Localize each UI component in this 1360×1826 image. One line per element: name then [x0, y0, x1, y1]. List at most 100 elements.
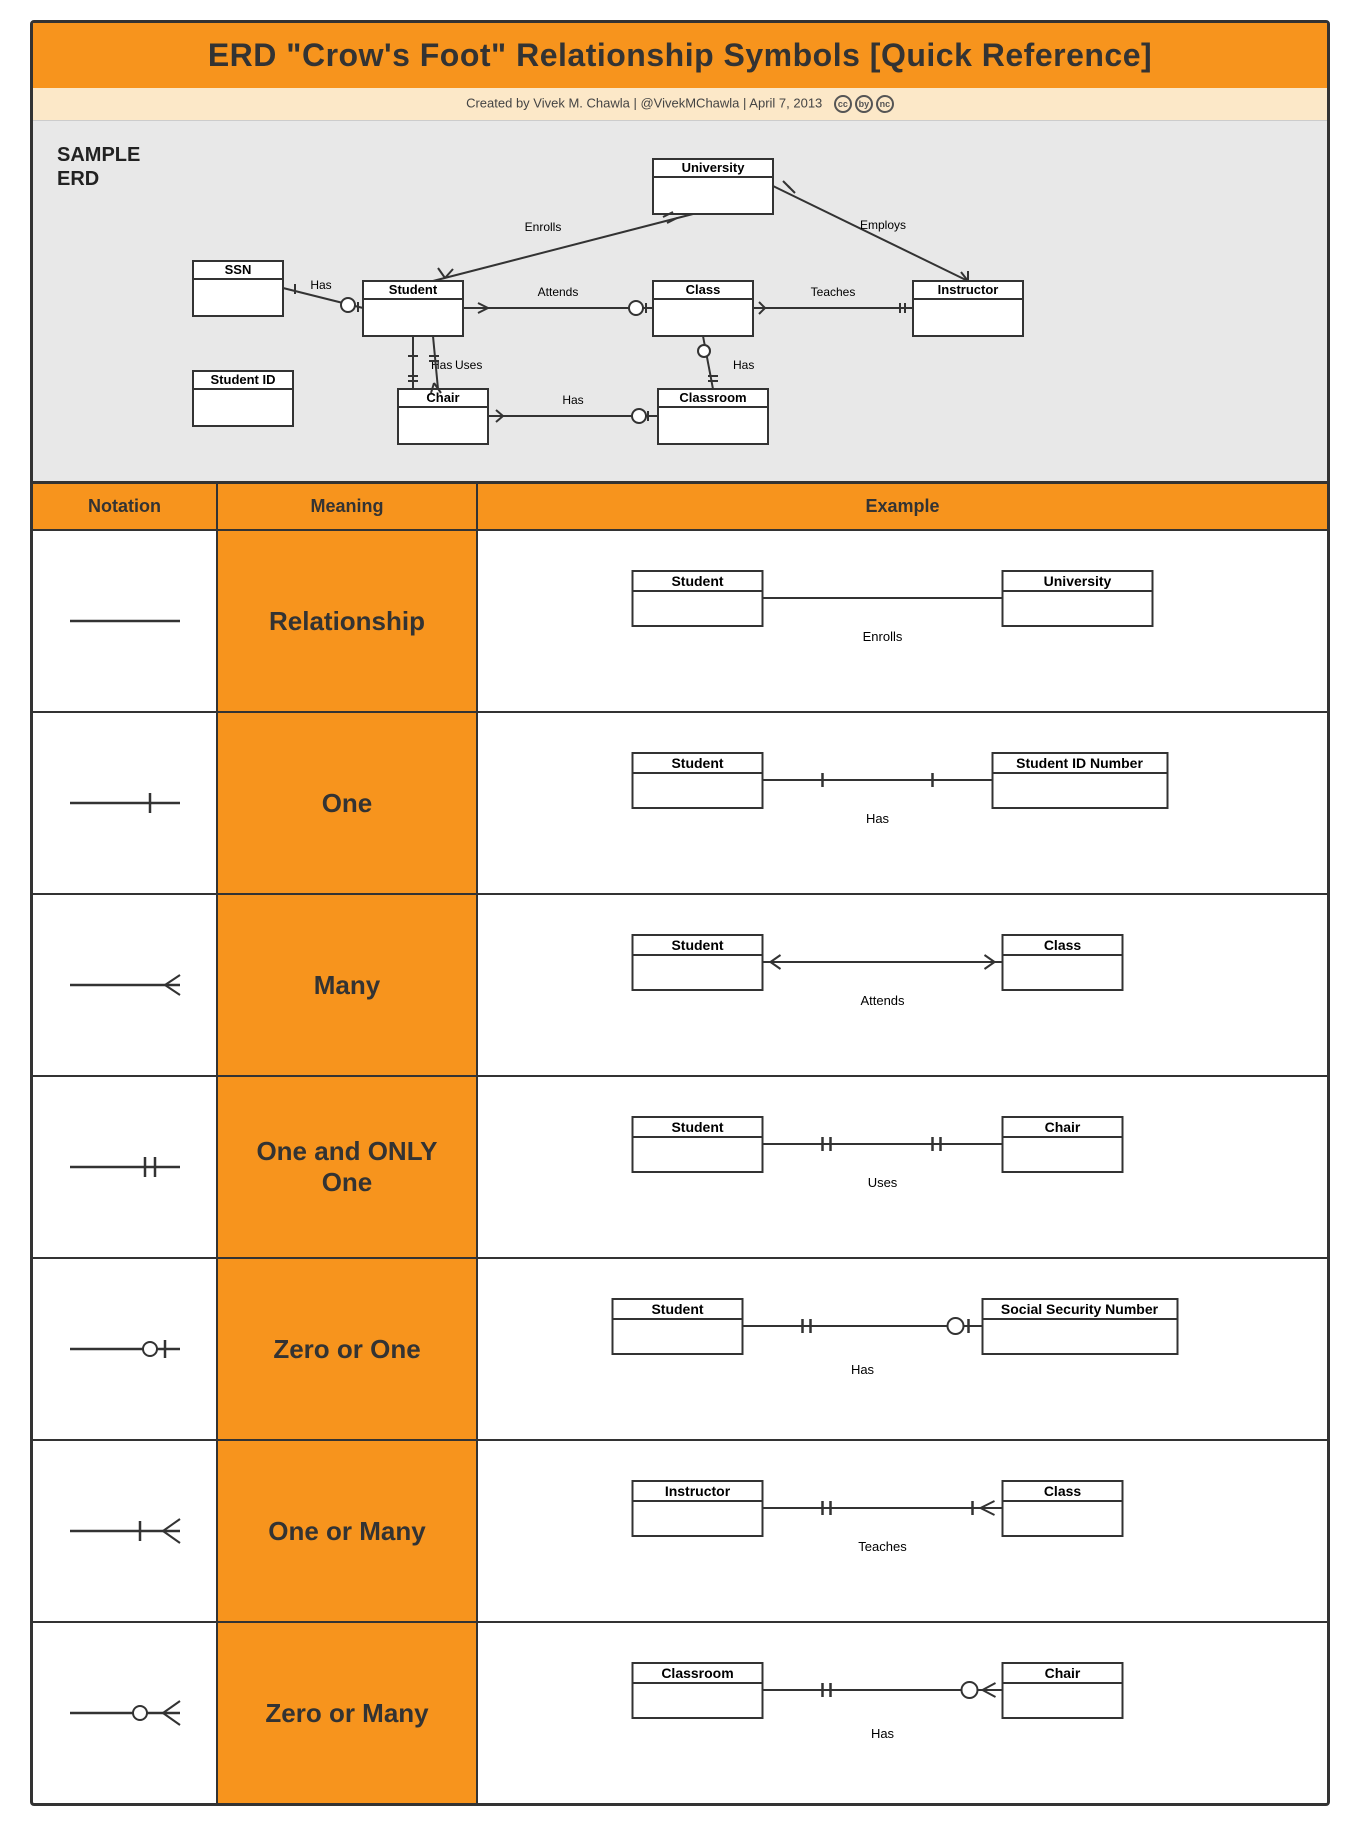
- svg-text:Classroom: Classroom: [661, 1665, 733, 1681]
- meaning-one-or-many: One or Many: [218, 1441, 478, 1621]
- sub-header: Created by Vivek M. Chawla | @VivekMChaw…: [33, 88, 1327, 121]
- svg-text:Has: Has: [866, 811, 890, 826]
- row-zero-or-many: Zero or Many Classroom Chair: [33, 1623, 1327, 1803]
- meaning-one-only-one: One and ONLY One: [218, 1077, 478, 1257]
- example-diagram-relationship: Student University Enrolls: [508, 551, 1297, 691]
- example-diagram-one-only-one: Student Chair Uses: [508, 1097, 1297, 1237]
- svg-text:Student ID: Student ID: [211, 372, 276, 387]
- erd-section: SAMPLEERD SSN Student ID Student: [33, 121, 1327, 484]
- svg-text:Student: Student: [671, 573, 723, 589]
- row-one-only-one: One and ONLY One Student Chair: [33, 1077, 1327, 1259]
- row-zero-or-one: Zero or One Student Social Security Numb…: [33, 1259, 1327, 1441]
- meaning-many: Many: [218, 895, 478, 1075]
- example-zero-or-many: Classroom Chair Has: [478, 1623, 1327, 1803]
- notation-one: [33, 713, 218, 893]
- by-icon: by: [855, 95, 873, 113]
- cc-badge: cc by nc: [834, 95, 894, 113]
- svg-text:University: University: [682, 160, 746, 175]
- row-one: One Student Student ID Number Has: [33, 713, 1327, 895]
- svg-text:University: University: [1044, 573, 1112, 589]
- example-one: Student Student ID Number Has: [478, 713, 1327, 893]
- symbol-one: [60, 778, 190, 828]
- col-header-notation: Notation: [33, 484, 218, 529]
- notation-many: [33, 895, 218, 1075]
- svg-text:Student: Student: [671, 755, 723, 771]
- svg-text:Student: Student: [671, 1119, 723, 1135]
- svg-text:Class: Class: [1044, 1483, 1082, 1499]
- example-one-only-one: Student Chair Uses: [478, 1077, 1327, 1257]
- svg-text:Enrolls: Enrolls: [525, 220, 562, 234]
- svg-text:Attends: Attends: [538, 285, 579, 299]
- notation-zero-or-one: [33, 1259, 218, 1439]
- svg-text:Classroom: Classroom: [679, 390, 746, 405]
- example-one-or-many: Instructor Class Teaches: [478, 1441, 1327, 1621]
- svg-text:Student ID Number: Student ID Number: [1016, 755, 1143, 771]
- svg-text:Teaches: Teaches: [858, 1539, 907, 1554]
- example-svg-one: Student Student ID Number Has: [508, 733, 1297, 873]
- svg-text:Chair: Chair: [1045, 1665, 1081, 1681]
- example-svg-zero-or-many: Classroom Chair Has: [508, 1643, 1297, 1783]
- svg-text:Student: Student: [389, 282, 438, 297]
- erd-svg: SSN Student ID Student Chair University: [183, 141, 1283, 451]
- cc-icon: cc: [834, 95, 852, 113]
- symbol-zero-or-one: [60, 1324, 190, 1374]
- subtitle-text: Created by Vivek M. Chawla | @VivekMChaw…: [466, 95, 822, 110]
- svg-text:Enrolls: Enrolls: [863, 629, 903, 644]
- main-header: ERD "Crow's Foot" Relationship Symbols […: [33, 23, 1327, 88]
- notation-relationship: [33, 531, 218, 711]
- svg-text:Has: Has: [310, 278, 331, 292]
- row-one-or-many: One or Many Instructor Class: [33, 1441, 1327, 1623]
- example-diagram-many: Student Class Attends: [508, 915, 1297, 1055]
- nc-icon: nc: [876, 95, 894, 113]
- col-header-meaning: Meaning: [218, 484, 478, 529]
- svg-text:Attends: Attends: [860, 993, 905, 1008]
- col-header-example: Example: [478, 484, 1327, 529]
- symbol-one-or-many: [60, 1506, 190, 1556]
- row-many: Many Student Class Atte: [33, 895, 1327, 1077]
- symbol-one-only-one: [60, 1142, 190, 1192]
- row-relationship: Relationship Student University Enrolls: [33, 531, 1327, 713]
- notation-zero-or-many: [33, 1623, 218, 1803]
- svg-text:Has: Has: [871, 1726, 895, 1741]
- svg-text:Class: Class: [1044, 937, 1082, 953]
- svg-text:Uses: Uses: [455, 358, 482, 372]
- svg-text:Social Security Number: Social Security Number: [1001, 1301, 1159, 1317]
- svg-text:Instructor: Instructor: [938, 282, 999, 297]
- meaning-zero-or-one: Zero or One: [218, 1259, 478, 1439]
- symbol-zero-or-many: [60, 1688, 190, 1738]
- meaning-relationship: Relationship: [218, 531, 478, 711]
- example-zero-or-one: Student Social Security Number Has: [478, 1259, 1327, 1439]
- example-svg-zero-or-one: Student Social Security Number Has: [508, 1279, 1297, 1419]
- example-many: Student Class Attends: [478, 895, 1327, 1075]
- meaning-one: One: [218, 713, 478, 893]
- svg-text:Employs: Employs: [860, 218, 906, 232]
- svg-text:Instructor: Instructor: [665, 1483, 731, 1499]
- example-svg-one-or-many: Instructor Class Teaches: [508, 1461, 1297, 1601]
- example-svg-one-only-one: Student Chair Uses: [508, 1097, 1297, 1237]
- symbol-many: [60, 960, 190, 1010]
- example-svg-relationship: Student University Enrolls: [508, 551, 1297, 691]
- erd-title: SAMPLEERD: [57, 143, 140, 191]
- svg-text:Chair: Chair: [1045, 1119, 1081, 1135]
- erd-canvas: SSN Student ID Student Chair University: [183, 141, 1297, 451]
- example-diagram-zero-or-many: Classroom Chair Has: [508, 1643, 1297, 1783]
- notation-one-only-one: [33, 1077, 218, 1257]
- svg-text:Class: Class: [686, 282, 721, 297]
- svg-text:Has: Has: [851, 1362, 875, 1377]
- svg-text:Has: Has: [733, 358, 754, 372]
- meaning-zero-or-many: Zero or Many: [218, 1623, 478, 1803]
- svg-text:Student: Student: [651, 1301, 703, 1317]
- notation-table-header: Notation Meaning Example: [33, 484, 1327, 531]
- example-diagram-one-or-many: Instructor Class Teaches: [508, 1461, 1297, 1601]
- example-diagram-one: Student Student ID Number Has: [508, 733, 1297, 873]
- svg-text:Teaches: Teaches: [811, 285, 856, 299]
- notation-one-or-many: [33, 1441, 218, 1621]
- svg-text:Uses: Uses: [868, 1175, 898, 1190]
- example-relationship: Student University Enrolls: [478, 531, 1327, 711]
- example-svg-many: Student Class Attends: [508, 915, 1297, 1055]
- example-diagram-zero-or-one: Student Social Security Number Has: [508, 1279, 1297, 1419]
- svg-text:Has: Has: [562, 393, 583, 407]
- svg-text:Student: Student: [671, 937, 723, 953]
- symbol-plain-line: [60, 596, 190, 646]
- page-title: ERD "Crow's Foot" Relationship Symbols […: [53, 37, 1307, 74]
